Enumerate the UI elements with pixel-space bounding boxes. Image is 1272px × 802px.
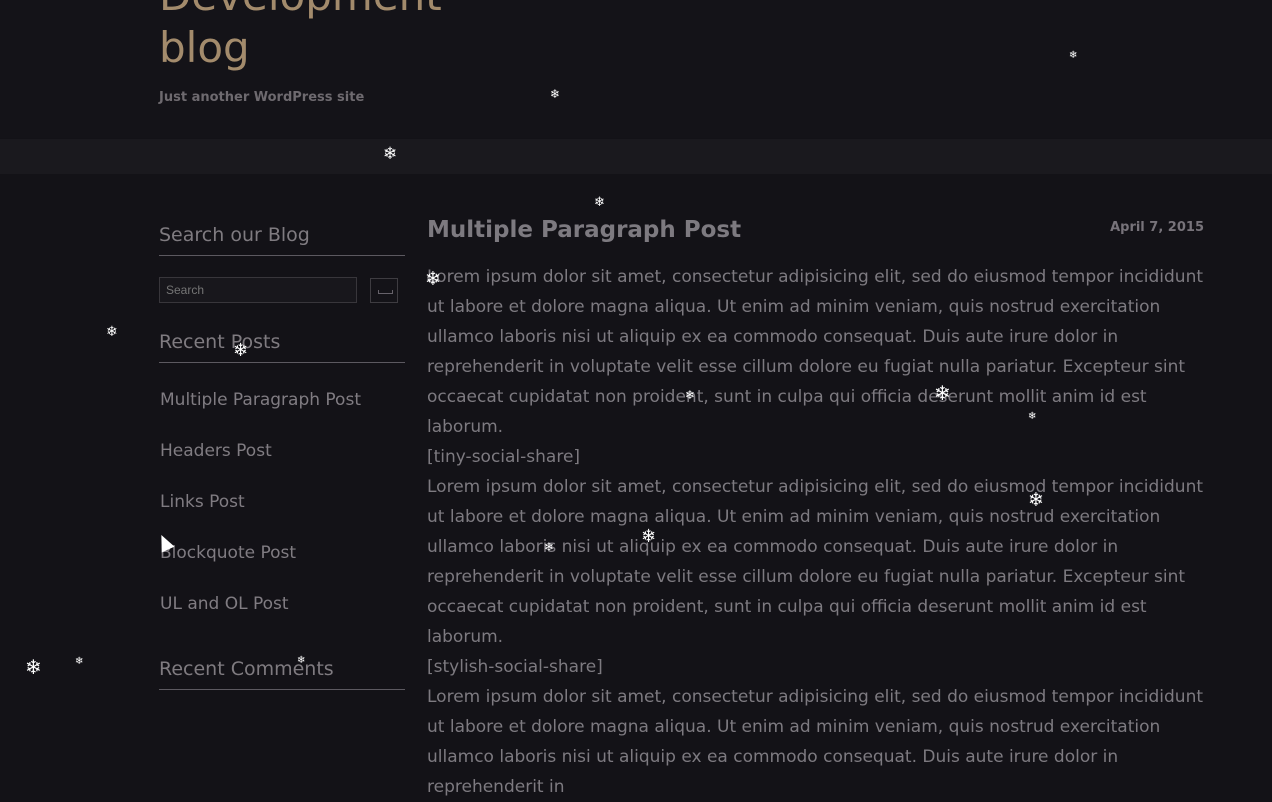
snowflake-icon: ❄ <box>544 540 555 554</box>
snowflake-icon: ❄ <box>594 195 605 210</box>
recent-post-link[interactable]: Headers Post <box>160 441 272 461</box>
post-paragraph: Lorem ipsum dolor sit amet, consectetur … <box>427 687 1204 797</box>
shortcode-text: [tiny-social-share] <box>427 447 581 467</box>
post-content: Lorem ipsum dolor sit amet, consectetur … <box>427 262 1207 802</box>
navigation-bar <box>0 139 1272 174</box>
snowflake-icon: ❄ <box>641 526 657 547</box>
recent-posts-title: Recent Posts <box>159 331 405 363</box>
search-input[interactable] <box>159 277 357 303</box>
snowflake-icon: ❄ <box>550 87 561 101</box>
search-button[interactable] <box>370 278 398 303</box>
recent-post-link[interactable]: Blockquote Post <box>160 543 296 563</box>
site-tagline: Just another WordPress site <box>159 90 365 105</box>
snowflake-icon: ❄ <box>1028 489 1044 511</box>
recent-comments-title: Recent Comments <box>159 658 405 690</box>
post-paragraph: Lorem ipsum dolor sit amet, consectetur … <box>427 477 1204 647</box>
recent-post-link[interactable]: Links Post <box>160 492 245 512</box>
search-widget-title: Search our Blog <box>159 224 405 256</box>
recent-post-link[interactable]: UL and OL Post <box>160 594 289 614</box>
snowflake-icon: ❄ <box>1028 411 1037 422</box>
snowflake-icon: ❄ <box>75 656 84 667</box>
snowflake-icon: ❄ <box>106 324 118 340</box>
shortcode-text: [stylish-social-share] <box>427 657 603 677</box>
snowflake-icon: ❄ <box>233 340 249 361</box>
snowflake-icon: ❄ <box>383 144 398 164</box>
snowflake-icon: ❄ <box>425 268 441 290</box>
site-title[interactable]: Development blog <box>159 0 479 74</box>
recent-post-link[interactable]: Multiple Paragraph Post <box>160 390 361 410</box>
snowflake-icon: ❄ <box>1069 50 1078 61</box>
snowflake-icon: ❄ <box>934 381 951 405</box>
post-title[interactable]: Multiple Paragraph Post <box>427 217 741 243</box>
snowflake-icon: ❄ <box>297 655 306 666</box>
post-date: April 7, 2015 <box>1110 220 1204 235</box>
search-submit-icon <box>378 290 393 294</box>
post-paragraph: Lorem ipsum dolor sit amet, consectetur … <box>427 267 1204 437</box>
snowflake-icon: ❄ <box>25 655 42 679</box>
snowflake-icon: ❄ <box>685 388 696 402</box>
